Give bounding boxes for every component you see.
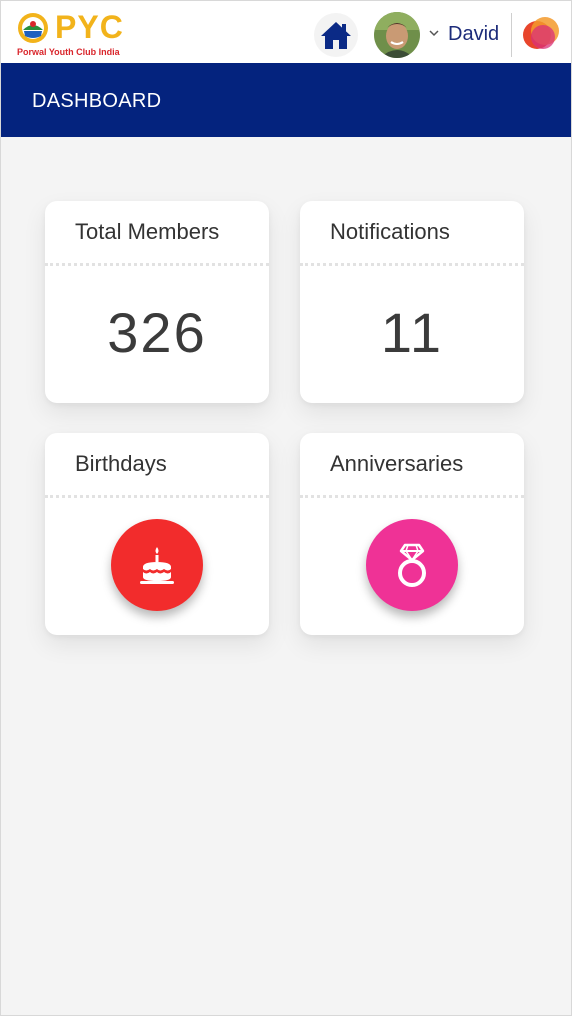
- logo-emblem-icon: [18, 13, 48, 43]
- birthdays-title: Birthdays: [75, 451, 167, 476]
- cake-icon: [140, 547, 174, 584]
- dashboard-titlebar: DASHBOARD: [1, 63, 571, 137]
- home-icon: [321, 22, 351, 49]
- user-avatar[interactable]: [374, 12, 420, 58]
- header-divider: [511, 13, 512, 57]
- card-divider: [45, 495, 269, 498]
- avatar-image: [374, 12, 420, 58]
- notifications-title: Notifications: [330, 219, 450, 244]
- home-button[interactable]: [314, 13, 358, 57]
- card-divider: [300, 263, 524, 266]
- notifications-count: 11: [380, 301, 444, 364]
- pyc-logo[interactable]: PYC Porwal Youth Club India: [15, 9, 135, 57]
- total-members-count: 326: [107, 301, 207, 364]
- total-members-title: Total Members: [75, 219, 220, 244]
- notifications-card[interactable]: Notifications 11: [300, 201, 524, 403]
- card-divider: [45, 263, 269, 266]
- logo-subtext: Porwal Youth Club India: [17, 47, 120, 57]
- card-divider: [300, 495, 524, 498]
- birthdays-card[interactable]: Birthdays: [45, 433, 269, 635]
- anniversaries-title: Anniversaries: [330, 451, 464, 476]
- logo-text: PYC: [55, 9, 124, 45]
- total-members-card[interactable]: Total Members 326: [45, 201, 269, 403]
- top-header: PYC Porwal Youth Club India David: [1, 1, 571, 63]
- anniversaries-button[interactable]: [366, 519, 458, 611]
- brand-icon[interactable]: [521, 13, 561, 53]
- anniversaries-card[interactable]: Anniversaries: [300, 433, 524, 635]
- app-frame: PYC Porwal Youth Club India David DASHBO…: [0, 0, 572, 1016]
- birthdays-button[interactable]: [111, 519, 203, 611]
- chevron-down-icon[interactable]: [428, 27, 440, 39]
- page-title: DASHBOARD: [32, 90, 162, 112]
- user-name[interactable]: David: [448, 22, 499, 46]
- ring-icon: [398, 543, 426, 587]
